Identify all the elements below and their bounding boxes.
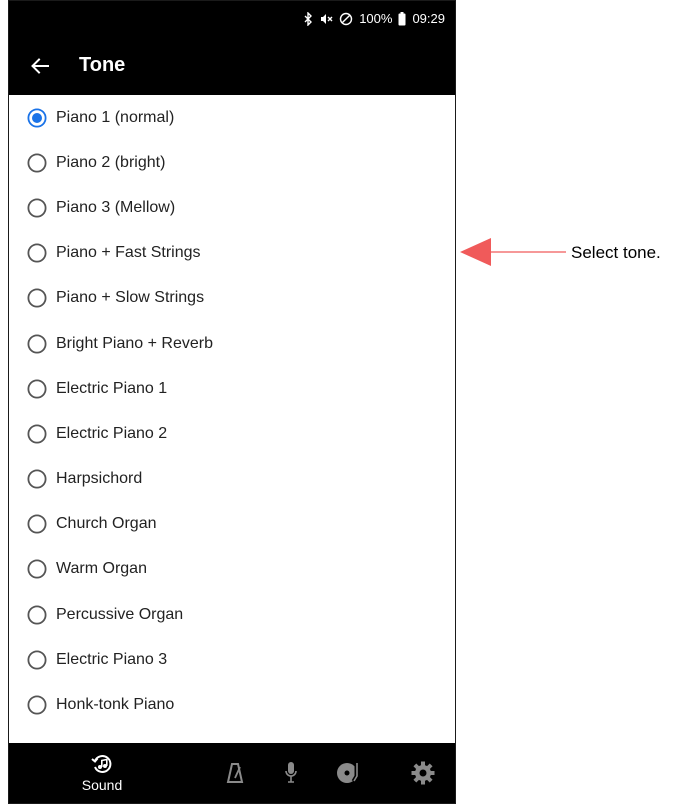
app-bar: Tone: [9, 36, 455, 95]
tab-metronome[interactable]: [215, 743, 255, 803]
music-note-icon: [91, 755, 112, 773]
do-not-disturb-icon: [339, 12, 353, 26]
list-item[interactable]: Piano + Slow Strings: [9, 276, 455, 321]
list-item-label: Piano + Slow Strings: [56, 289, 205, 307]
metronome-icon: [226, 763, 244, 783]
list-item-label: Piano 2 (bright): [56, 153, 166, 171]
status-time: 09:29: [412, 11, 445, 26]
list-item-label: Electric Piano 1: [56, 379, 168, 397]
radio-unchecked-icon[interactable]: [27, 469, 47, 489]
tab-sound-label: Sound: [81, 777, 123, 793]
list-item[interactable]: Honk-tonk Piano: [9, 682, 455, 727]
microphone-icon: [285, 762, 297, 783]
radio-unchecked-icon[interactable]: [27, 514, 47, 534]
radio-unchecked-icon[interactable]: [27, 243, 47, 263]
list-item-label: Bright Piano + Reverb: [56, 334, 213, 352]
radio-unchecked-icon[interactable]: [27, 605, 47, 625]
tab-microphone[interactable]: [271, 743, 311, 803]
list-item[interactable]: Bright Piano + Reverb: [9, 321, 455, 366]
battery-icon: [398, 11, 406, 26]
list-item-label: Piano + Fast Strings: [56, 244, 201, 262]
radio-unchecked-icon[interactable]: [27, 424, 47, 444]
list-item[interactable]: Electric Piano 3: [9, 637, 455, 682]
status-bar: 100% 09:29: [9, 1, 455, 36]
record-player-icon: [337, 763, 358, 783]
tab-settings[interactable]: [403, 743, 443, 803]
list-item-label: Honk-tonk Piano: [56, 696, 175, 714]
radio-unchecked-icon[interactable]: [27, 379, 47, 399]
list-item-label: Percussive Organ: [56, 605, 184, 623]
radio-checked-icon[interactable]: [27, 108, 47, 128]
radio-unchecked-icon[interactable]: [27, 288, 47, 308]
phone-screen: 100% 09:29 Tone Piano 1 (normal) Piano 2 …: [8, 0, 456, 804]
bottom-nav: Sound: [9, 743, 455, 803]
list-item[interactable]: Piano 1 (normal): [9, 95, 455, 140]
list-item[interactable]: Piano 3 (Mellow): [9, 185, 455, 230]
list-item-label: Electric Piano 2: [56, 424, 168, 442]
list-item[interactable]: Electric Piano 2: [9, 411, 455, 456]
back-button[interactable]: [9, 36, 71, 95]
battery-percent: 100%: [359, 11, 393, 26]
radio-unchecked-icon[interactable]: [27, 650, 47, 670]
list-item[interactable]: Piano 2 (bright): [9, 140, 455, 185]
list-item[interactable]: Church Organ: [9, 502, 455, 547]
list-item-label: Church Organ: [56, 515, 157, 533]
gear-icon: [411, 761, 435, 785]
radio-unchecked-icon[interactable]: [27, 695, 47, 715]
tab-sound[interactable]: Sound: [69, 743, 135, 803]
list-item[interactable]: Piano + Fast Strings: [9, 231, 455, 276]
radio-unchecked-icon[interactable]: [27, 559, 47, 579]
radio-unchecked-icon[interactable]: [27, 153, 47, 173]
list-item[interactable]: Electric Piano 1: [9, 366, 455, 411]
page-title: Tone: [79, 54, 126, 76]
list-item-label: Harpsichord: [56, 470, 143, 488]
radio-unchecked-icon[interactable]: [27, 198, 47, 218]
list-item-label: Piano 1 (normal): [56, 108, 175, 126]
list-item-label: Piano 3 (Mellow): [56, 198, 176, 216]
list-item-label: Electric Piano 3: [56, 650, 168, 668]
tone-list: Piano 1 (normal) Piano 2 (bright) Piano 3 …: [9, 95, 455, 728]
list-item[interactable]: Warm Organ: [9, 547, 455, 592]
radio-unchecked-icon[interactable]: [27, 334, 47, 354]
bluetooth-icon: [304, 11, 313, 26]
callout-text: Select tone.: [571, 243, 661, 262]
arrow-left-icon: [31, 57, 49, 74]
tab-record-player[interactable]: [327, 743, 371, 803]
list-item[interactable]: Harpsichord: [9, 457, 455, 502]
mute-icon: [319, 12, 333, 26]
list-item-label: Warm Organ: [56, 560, 147, 578]
list-item[interactable]: Percussive Organ: [9, 592, 455, 637]
